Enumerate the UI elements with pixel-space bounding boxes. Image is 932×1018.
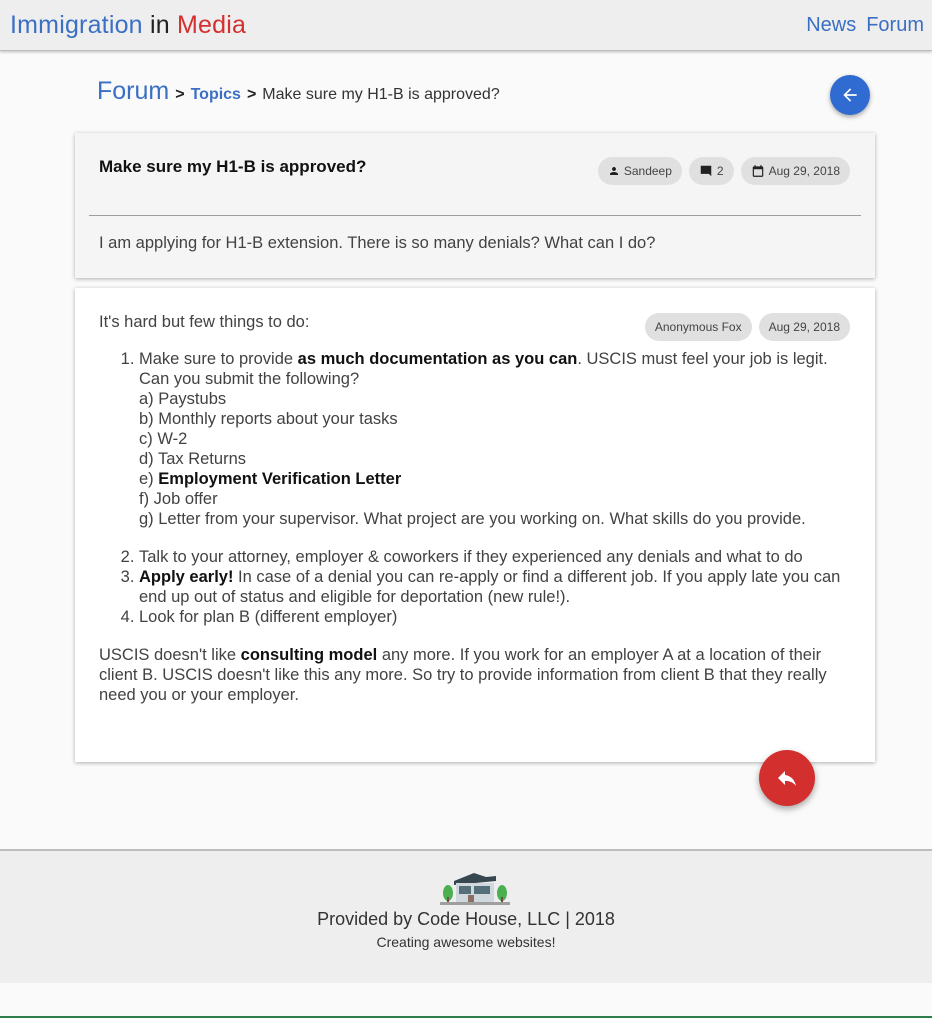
bold-text: Apply early! <box>139 568 234 586</box>
answer-card: It's hard but few things to do: Anonymou… <box>75 288 875 762</box>
breadcrumb: Forum > Topics > Make sure my H1-B is ap… <box>97 77 500 107</box>
calendar-icon <box>752 165 763 177</box>
sub-item: g) Letter from your supervisor. What pro… <box>139 510 806 528</box>
answer-author-chip: Anonymous Fox <box>644 313 752 341</box>
list-item: Talk to your attorney, employer & cowork… <box>139 547 849 567</box>
sub-item: d) Tax Returns <box>139 450 246 468</box>
text: In case of a denial you can re-apply or … <box>139 568 841 606</box>
comments-chip: 2 <box>688 157 734 185</box>
answer-author: Anonymous Fox <box>654 320 742 334</box>
answer-date: Aug 29, 2018 <box>768 320 840 334</box>
nav-news-link[interactable]: News <box>806 14 856 37</box>
sub-item: f) Job offer <box>139 490 218 508</box>
answer-closing: USCIS doesn't like consulting model any … <box>99 645 849 705</box>
answer-intro: It's hard but few things to do: <box>99 313 310 331</box>
person-icon <box>609 167 618 175</box>
top-app-bar: Immigration in Media News Forum <box>0 0 932 51</box>
sub-item: b) Monthly reports about your tasks <box>139 410 398 428</box>
author-chip: Sandeep <box>597 157 682 185</box>
brand-word-3: Media <box>176 10 247 39</box>
brand-word-2: in <box>149 10 170 39</box>
breadcrumb-separator: > <box>246 86 257 103</box>
author-name: Sandeep <box>623 164 672 178</box>
divider <box>89 215 861 216</box>
text: USCIS doesn't like <box>99 646 241 664</box>
text: e) <box>139 470 159 488</box>
list-item: Apply early! In case of a denial you can… <box>139 567 849 607</box>
reply-button[interactable] <box>759 750 815 806</box>
post-date: Aug 29, 2018 <box>768 164 840 178</box>
list-item: Look for plan B (different employer) <box>139 607 849 627</box>
bold-text: Employment Verification Letter <box>158 470 402 488</box>
brand-logo[interactable]: Immigration in Media <box>10 11 246 40</box>
text: Make sure to provide <box>139 350 298 368</box>
comment-count: 2 <box>716 164 724 178</box>
sub-item: e) Employment Verification Letter <box>139 469 849 489</box>
house-logo <box>440 873 510 905</box>
comment-icon <box>700 165 712 177</box>
brand-word-1: Immigration <box>10 10 143 39</box>
breadcrumb-current: Make sure my H1-B is approved? <box>262 86 500 103</box>
back-button[interactable] <box>830 75 870 115</box>
nav-forum-link[interactable]: Forum <box>866 14 924 37</box>
top-nav: News Forum <box>806 14 924 37</box>
breadcrumb-forum-link[interactable]: Forum <box>97 77 169 106</box>
footer-tagline: Creating awesome websites! <box>376 934 556 950</box>
question-title: Make sure my H1-B is approved? <box>99 157 367 176</box>
question-card: Make sure my H1-B is approved? Sandeep 2… <box>75 133 875 278</box>
breadcrumb-topics-link[interactable]: Topics <box>191 86 241 104</box>
question-body: I am applying for H1-B extension. There … <box>99 234 656 252</box>
list-item: Make sure to provide as much documentati… <box>139 349 849 529</box>
advice-list: Make sure to provide as much documentati… <box>99 349 849 627</box>
answer-meta: Anonymous Fox Aug 29, 2018 <box>644 313 850 341</box>
footer: Provided by Code House, LLC | 2018 Creat… <box>0 849 932 983</box>
reply-icon <box>778 771 796 786</box>
bold-text: consulting model <box>240 646 378 664</box>
answer-date-chip: Aug 29, 2018 <box>758 313 850 341</box>
question-meta: Sandeep 2 Aug 29, 2018 <box>597 157 850 185</box>
footer-provider: Provided by Code House, LLC | 2018 <box>317 909 615 929</box>
sub-item: c) W-2 <box>139 430 188 448</box>
answer-body: Make sure to provide as much documentati… <box>99 349 849 705</box>
breadcrumb-separator: > <box>175 86 185 103</box>
sub-item: a) Paystubs <box>139 390 227 408</box>
date-chip: Aug 29, 2018 <box>740 157 850 185</box>
bold-text: as much documentation as you can <box>297 350 578 368</box>
arrow-left-icon <box>843 88 857 102</box>
